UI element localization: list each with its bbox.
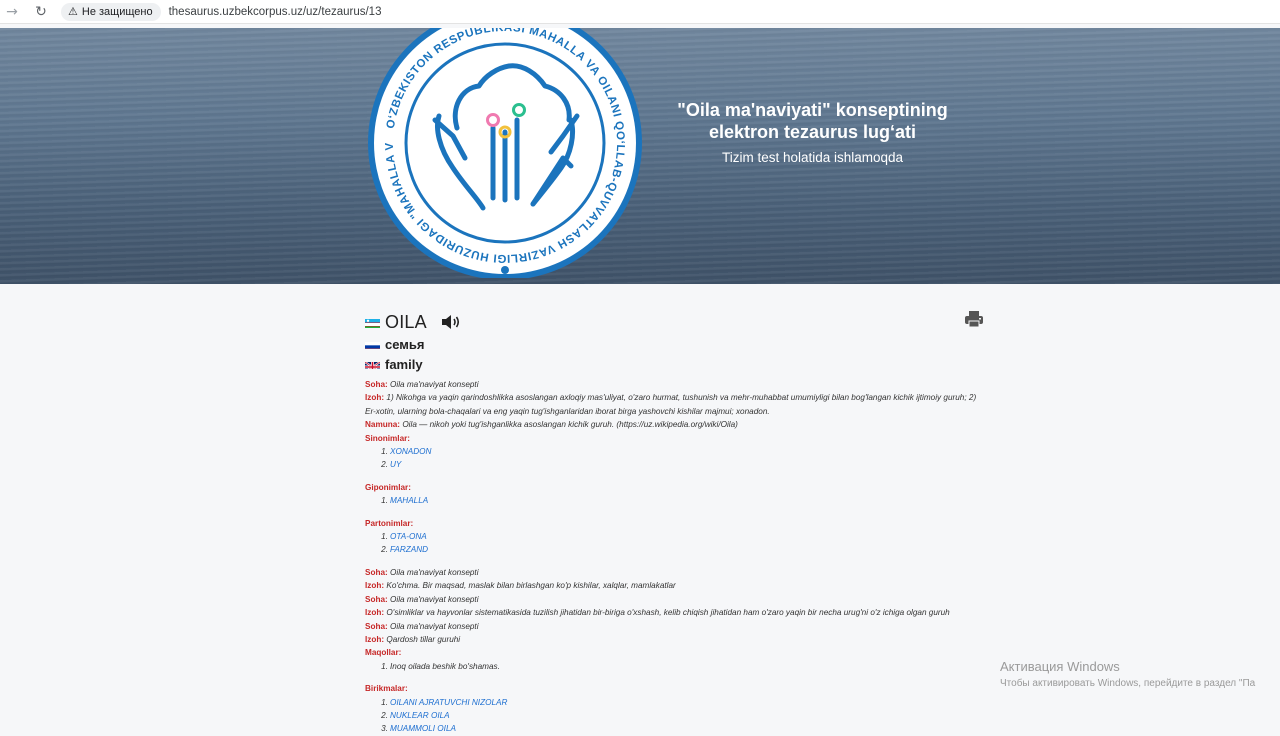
izoh-label: Izoh: bbox=[365, 393, 384, 402]
maqollar-list: 1.Inoq oilada beshik bo'shamas. bbox=[380, 660, 985, 673]
forward-arrow-icon[interactable]: → bbox=[2, 2, 22, 22]
list-item: 2.FARZAND bbox=[380, 543, 985, 556]
giponimlar-list: 1.MAHALLA bbox=[380, 494, 985, 507]
namuna-label: Namuna: bbox=[365, 420, 400, 429]
list-item: 2.NUKLEAR OILA bbox=[380, 709, 985, 722]
russian-translation-row: семья bbox=[365, 334, 985, 354]
giponimlar-heading: Giponimlar: bbox=[365, 481, 985, 494]
partonimlar-list: 1.OTA-ONA 2.FARZAND bbox=[380, 530, 985, 557]
izoh-line: Izoh: Qardosh tillar guruhi bbox=[365, 633, 985, 646]
list-item: 1.OILANI AJRATUVCHI NIZOLAR bbox=[380, 696, 985, 709]
soha-line: Soha: Oila ma'naviyat konsepti bbox=[365, 620, 985, 633]
windows-activation-subtitle: Чтобы активировать Windows, перейдите в … bbox=[1000, 678, 1255, 689]
namuna-value: Oila — nikoh yoki tug'ishganlikka asosla… bbox=[402, 420, 738, 429]
security-label: Не защищено bbox=[82, 6, 153, 18]
izoh-line: Izoh: O'simliklar va hayvonlar sistemati… bbox=[365, 606, 985, 619]
page-title: "Oila ma'naviyati" konseptining elektron… bbox=[640, 99, 985, 143]
headword: OILA bbox=[385, 312, 427, 333]
izoh-line-continued: Er-xotin, ularning bola-chaqalari va eng… bbox=[365, 405, 985, 418]
sinonimlar-list: 1.XONADON 2.UY bbox=[380, 445, 985, 472]
maqollar-heading: Maqollar: bbox=[365, 646, 985, 659]
russia-flag-icon bbox=[365, 339, 380, 349]
speaker-icon[interactable] bbox=[441, 313, 461, 331]
soha-label: Soha: bbox=[365, 380, 388, 389]
list-item: 1.MAHALLA bbox=[380, 494, 985, 507]
list-item: 2.UY bbox=[380, 458, 985, 471]
security-indicator[interactable]: ⚠ Не защищено bbox=[61, 3, 161, 21]
address-bar[interactable]: thesaurus.uzbekcorpus.uz/uz/tezaurus/13 bbox=[169, 6, 382, 18]
soha-line: Soha: Oila ma'naviyat konsepti bbox=[365, 566, 985, 579]
list-item: 1.Inoq oilada beshik bo'shamas. bbox=[380, 660, 985, 673]
windows-activation-title: Активация Windows bbox=[1000, 659, 1120, 674]
warning-icon: ⚠ bbox=[68, 5, 78, 18]
izoh-line: Izoh: 1) Nikohga va yaqin qarindoshlikka… bbox=[365, 391, 985, 404]
entry-content: OILA семья family Soha: Oila ma'naviyat … bbox=[365, 300, 985, 736]
page-subtitle: Tizim test holatida ishlamoqda bbox=[640, 150, 985, 165]
collocation-link[interactable]: NUKLEAR OILA bbox=[390, 711, 450, 720]
izoh-value: 1) Nikohga va yaqin qarindoshlikka asosl… bbox=[386, 393, 976, 402]
reload-icon[interactable]: ↻ bbox=[31, 2, 51, 22]
soha-line: Soha: Oila ma'naviyat konsepti bbox=[365, 378, 985, 391]
soha-line: Soha: Oila ma'naviyat konsepti bbox=[365, 593, 985, 606]
list-item: 1.OTA-ONA bbox=[380, 530, 985, 543]
russian-word: семья bbox=[385, 337, 424, 352]
collocation-link[interactable]: MUAMMOLI OILA bbox=[390, 724, 456, 733]
sinonimlar-heading: Sinonimlar: bbox=[365, 432, 985, 445]
browser-toolbar: → ↻ ⚠ Не защищено thesaurus.uzbekcorpus.… bbox=[0, 0, 1280, 24]
list-item: 1.XONADON bbox=[380, 445, 985, 458]
synonym-link[interactable]: XONADON bbox=[390, 447, 431, 456]
izoh-line: Izoh: Ko'chma. Bir maqsad, maslak bilan … bbox=[365, 579, 985, 592]
birikmalar-heading: Birikmalar: bbox=[365, 682, 985, 695]
headword-row: OILA bbox=[365, 310, 985, 334]
birikmalar-list: 1.OILANI AJRATUVCHI NIZOLAR 2.NUKLEAR OI… bbox=[380, 696, 985, 736]
english-word: family bbox=[385, 357, 423, 372]
header-banner: O‘ZBEKISTON RESPUBLIKASI MAHALLA VA OILA… bbox=[0, 28, 1280, 284]
collocation-link[interactable]: OILANI AJRATUVCHI NIZOLAR bbox=[390, 698, 507, 707]
partonimlar-heading: Partonimlar: bbox=[365, 517, 985, 530]
synonym-link[interactable]: UY bbox=[390, 460, 401, 469]
proverb-text: Inoq oilada beshik bo'shamas. bbox=[390, 662, 500, 671]
uk-flag-icon bbox=[365, 359, 380, 369]
hyponym-link[interactable]: MAHALLA bbox=[390, 496, 428, 505]
institute-logo: O‘ZBEKISTON RESPUBLIKASI MAHALLA VA OILA… bbox=[365, 28, 645, 278]
soha-value: Oila ma'naviyat konsepti bbox=[390, 380, 478, 389]
list-item: 3.MUAMMOLI OILA bbox=[380, 722, 985, 735]
uzbekistan-flag-icon bbox=[365, 317, 380, 328]
english-translation-row: family bbox=[365, 354, 985, 374]
partonym-link[interactable]: OTA-ONA bbox=[390, 532, 427, 541]
namuna-line: Namuna: Oila — nikoh yoki tug'ishganlikk… bbox=[365, 418, 985, 431]
partonym-link[interactable]: FARZAND bbox=[390, 545, 428, 554]
